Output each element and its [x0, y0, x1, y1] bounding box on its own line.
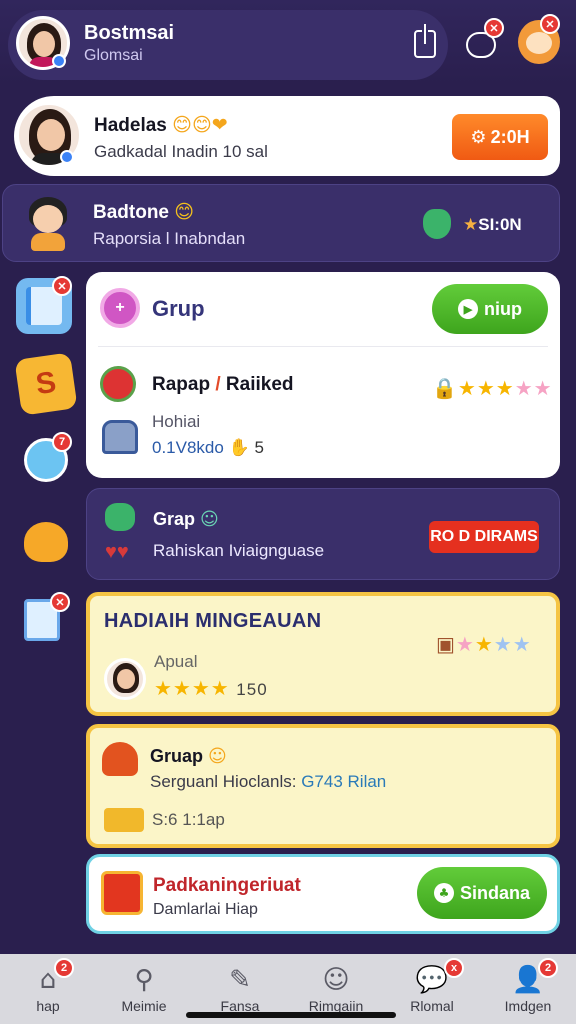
profile-title: Hadelas 😊😊❤: [94, 114, 228, 136]
edit-icon: ✎: [229, 965, 251, 995]
reward-card[interactable]: Padkaningeriuat Damlarlai Hiap ♣ Sindana: [86, 854, 560, 934]
money-bag-icon: [423, 209, 451, 239]
profile-emojis: 😊😊❤: [172, 114, 228, 136]
reward-title: Padkaningeriuat: [153, 875, 301, 896]
header-name: Bostmsai: [84, 22, 175, 44]
header-profile-pill[interactable]: [8, 10, 448, 80]
reward-claim-button[interactable]: ♣ Sindana: [417, 867, 547, 919]
group2-action-button[interactable]: RO D DIRAMS: [429, 521, 539, 553]
home-indicator: [186, 1012, 396, 1018]
nav-search[interactable]: ⚲ Meimie: [96, 954, 192, 1024]
nav-profile[interactable]: 👤 Imdgen 2: [480, 954, 576, 1024]
search-icon: ⚲: [134, 965, 154, 995]
weekly-reward-card[interactable]: HADIAIH MINGEAUAN ▣★★★★ Apual ★★★★ 150: [86, 592, 560, 716]
group3-card[interactable]: Gruap ☺ Serguanl Hioclanls: G743 Rilan S…: [86, 724, 560, 848]
weekly-avatar: [104, 658, 146, 700]
ranked-row: Rapap / Raiiked: [152, 374, 294, 395]
chick-icon[interactable]: [18, 514, 74, 570]
nav-chat[interactable]: 💬 Rlomal x: [384, 954, 480, 1024]
heart-gift-icon: [102, 742, 138, 776]
friend-title: Badtone 😊: [93, 201, 195, 223]
clover-icon: [105, 503, 135, 531]
notification-badge: ✕: [484, 18, 504, 38]
reward-subtitle: Damlarlai Hiap: [153, 901, 258, 918]
weekly-stars: ▣★★★★: [436, 632, 532, 656]
profile-action-button[interactable]: ⚙ 2:0H: [452, 114, 548, 160]
group2-title: Grap ☺: [153, 509, 219, 530]
leaf-icon: ♣: [433, 883, 454, 903]
gift-box-icon: [101, 871, 143, 915]
profile-card[interactable]: Hadelas 😊😊❤ Gadkadal Inadin 10 sal ⚙ 2:0…: [14, 96, 560, 176]
group2-subtitle: Rahiskan Iviaignguase: [153, 541, 325, 560]
group3-subtitle: Serguanl Hioclanls: G743 Rilan: [150, 772, 387, 791]
bot-face-icon: ☺: [322, 965, 350, 995]
app-header: Bostmsai Glomsai ✕ ✕: [0, 0, 576, 84]
group3-title: Gruap ☺: [150, 746, 227, 767]
group-card[interactable]: + Grup ▶ niup Rapap / Raiiked 🔒★★★★★ Hoh…: [86, 272, 560, 478]
rank-badge-icon: [100, 366, 136, 402]
sub-value-row: 0.1V8kdo ✋ 5: [152, 438, 264, 458]
weekly-score-row: ★★★★ 150: [154, 678, 268, 700]
friend-card[interactable]: Badtone 😊 Raporsia l Inabndan ★SI:0N: [2, 184, 560, 262]
group-icon: +: [100, 288, 140, 328]
gear-icon: ⚙: [470, 126, 487, 148]
play-icon: ▶: [458, 299, 478, 319]
group2-card[interactable]: Grap ☺ ♥♥ Rahiskan Iviaignguase RO D DIR…: [86, 488, 560, 580]
sub-label: Hohiai: [152, 412, 201, 431]
weekly-title: HADIAIH MINGEAUAN: [104, 610, 322, 632]
ranked-stars: 🔒★★★★★: [432, 376, 553, 400]
s-tile-icon[interactable]: S: [14, 352, 78, 416]
train-icon: [102, 420, 138, 454]
header-subtitle: Glomsai: [84, 47, 143, 64]
group-title: Grup: [152, 296, 205, 321]
group3-extra: S:6 1:1ap: [152, 810, 225, 829]
join-group-button[interactable]: ▶ niup: [432, 284, 548, 334]
nav-home[interactable]: ⌂ hap 2: [0, 954, 96, 1024]
friend-subtitle: Raporsia l Inabndan: [93, 229, 246, 248]
hearts-icon: ♥♥: [105, 541, 129, 563]
profile-subtitle: Gadkadal Inadin 10 sal: [94, 142, 268, 161]
weekly-label: Apual: [154, 652, 198, 671]
verified-icon: [52, 54, 66, 68]
kid-avatar-icon: [21, 195, 75, 251]
friend-status: ★SI:0N: [463, 215, 522, 235]
gold-bars-icon: [104, 808, 144, 832]
